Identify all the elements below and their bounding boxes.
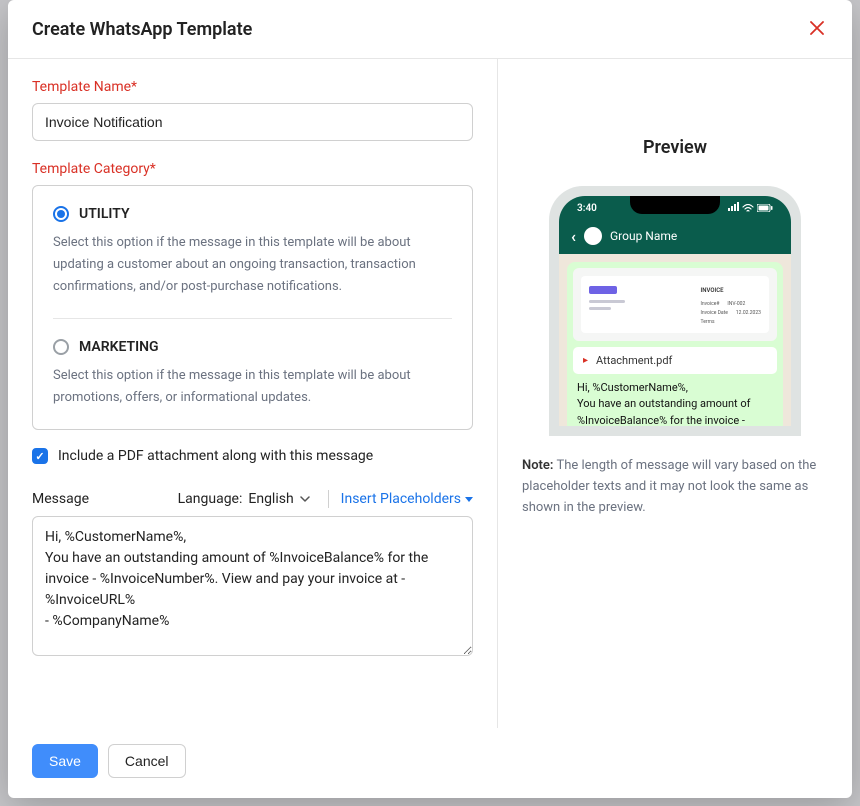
message-header-row: Message Language: English Insert Placeho… [32,490,473,508]
chevron-down-icon [300,494,310,504]
close-button[interactable] [806,16,828,42]
preview-note: Note: The length of message will vary ba… [522,456,828,518]
language-placeholders-group: Language: English Insert Placeholders [178,490,473,508]
avatar [584,227,602,245]
doc-thumb-left [589,286,625,314]
divider [328,490,329,508]
category-desc-marketing: Select this option if the message in thi… [53,365,452,409]
modal-create-whatsapp-template: Create WhatsApp Template Template Name* … [8,0,852,798]
document-preview: INVOICE Invoice#INV-002 Invoice Date12.0… [573,268,777,341]
radio-marketing[interactable] [53,339,69,355]
template-name-input[interactable] [32,103,473,141]
category-desc-utility: Select this option if the message in thi… [53,232,452,298]
message-bubble: INVOICE Invoice#INV-002 Invoice Date12.0… [567,262,783,426]
language-label: Language: [178,491,243,507]
triangle-down-icon [465,497,473,502]
modal-footer: Save Cancel [8,728,852,798]
language-select[interactable]: English [248,491,315,507]
wifi-icon [742,204,754,213]
message-label: Message [32,491,89,507]
close-icon [810,21,824,35]
pdf-icon: ▸ [583,355,588,366]
phone-screen: 3:40 ‹ Group Name [559,196,791,426]
category-option-marketing[interactable]: MARKETING Select this option if the mess… [53,318,452,409]
preview-pane: Preview 3:40 [498,59,852,728]
phone-mockup: 3:40 ‹ Group Name [549,186,801,436]
radio-utility[interactable] [53,206,69,222]
insert-placeholders-label: Insert Placeholders [341,491,461,507]
save-button[interactable]: Save [32,744,98,778]
category-title-marketing: MARKETING [79,339,159,355]
modal-body: Template Name* Template Category* UTILIT… [8,59,852,728]
phone-notch [630,196,720,214]
insert-placeholders-link[interactable]: Insert Placeholders [341,491,473,507]
group-name: Group Name [610,229,677,243]
back-icon: ‹ [571,227,576,246]
note-bold: Note: [522,458,553,473]
language-value: English [248,491,293,507]
include-pdf-label: Include a PDF attachment along with this… [58,448,373,464]
note-text: The length of message will vary based on… [522,458,816,515]
template-category-label: Template Category* [32,161,473,177]
bubble-text: Hi, %CustomerName%, You have an outstand… [567,374,783,426]
phone-status-icons [727,202,773,214]
template-name-label: Template Name* [32,79,473,95]
signal-icon [727,202,739,214]
battery-icon [757,204,773,212]
include-pdf-row[interactable]: ✓ Include a PDF attachment along with th… [32,448,473,464]
form-pane: Template Name* Template Category* UTILIT… [8,59,498,728]
modal-header: Create WhatsApp Template [8,0,852,59]
category-title-utility: UTILITY [79,206,130,222]
include-pdf-checkbox[interactable]: ✓ [32,448,48,464]
attachment-row: ▸ Attachment.pdf [573,347,777,374]
attachment-name: Attachment.pdf [596,354,672,367]
chat-header: ‹ Group Name [559,218,791,254]
template-category-group: UTILITY Select this option if the messag… [32,185,473,430]
message-textarea[interactable] [32,516,473,656]
modal-title: Create WhatsApp Template [32,19,252,40]
doc-thumb-right: INVOICE Invoice#INV-002 Invoice Date12.0… [701,286,762,327]
category-option-utility[interactable]: UTILITY Select this option if the messag… [53,206,452,298]
chat-area: INVOICE Invoice#INV-002 Invoice Date12.0… [559,254,791,426]
phone-time: 3:40 [577,203,597,214]
cancel-button[interactable]: Cancel [108,744,186,778]
preview-title: Preview [643,137,707,158]
